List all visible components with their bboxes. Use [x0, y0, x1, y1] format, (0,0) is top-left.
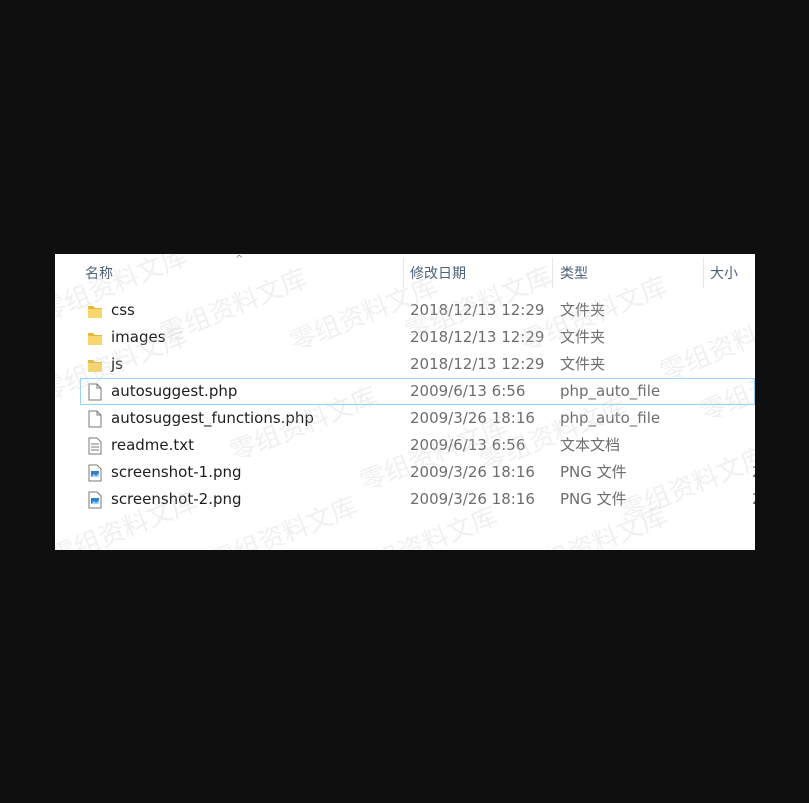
- file-size: 2: [752, 486, 755, 513]
- column-header-date[interactable]: 修改日期: [410, 264, 466, 284]
- file-type: php_auto_file: [560, 382, 661, 400]
- folder-icon: [87, 302, 103, 320]
- text-file-icon: [87, 437, 103, 455]
- file-row[interactable]: js 2018/12/13 12:29 文件夹: [55, 351, 755, 378]
- sort-ascending-icon: ^: [235, 254, 244, 265]
- file-row[interactable]: autosuggest_functions.php 2009/3/26 18:16…: [55, 405, 755, 432]
- file-type: PNG 文件: [560, 463, 627, 481]
- file-type: 文本文档: [560, 436, 621, 454]
- file-name: autosuggest.php: [111, 382, 238, 400]
- file-type: PNG 文件: [560, 490, 627, 508]
- file-date: 2009/3/26 18:16: [410, 463, 535, 481]
- file-date: 2018/12/13 12:29: [410, 301, 545, 319]
- file-type: 文件夹: [560, 355, 606, 373]
- file-row[interactable]: css 2018/12/13 12:29 文件夹: [55, 297, 755, 324]
- file-type: php_auto_file: [560, 409, 661, 427]
- file-date: 2009/3/26 18:16: [410, 409, 535, 427]
- column-header-name[interactable]: 名称: [85, 264, 113, 284]
- folder-icon: [87, 329, 103, 347]
- file-date: 2018/12/13 12:29: [410, 355, 545, 373]
- column-divider[interactable]: [403, 258, 404, 288]
- file-type: 文件夹: [560, 328, 606, 346]
- column-divider[interactable]: [703, 258, 704, 288]
- php-file-icon: [87, 383, 103, 401]
- file-name: screenshot-2.png: [111, 490, 242, 508]
- file-name: css: [111, 301, 135, 319]
- file-date: 2009/3/26 18:16: [410, 490, 535, 508]
- file-name: screenshot-1.png: [111, 463, 242, 481]
- file-row[interactable]: images 2018/12/13 12:29 文件夹: [55, 324, 755, 351]
- column-header-type[interactable]: 类型: [560, 264, 588, 284]
- column-divider[interactable]: [552, 258, 553, 288]
- file-name: js: [111, 355, 123, 373]
- file-row[interactable]: autosuggest.php 2009/6/13 6:56 php_auto_fi…: [80, 378, 755, 405]
- file-size: 2: [752, 459, 755, 486]
- image-file-icon: [87, 464, 103, 482]
- file-name: autosuggest_functions.php: [111, 409, 314, 427]
- file-row[interactable]: readme.txt 2009/6/13 6:56 文本文档: [55, 432, 755, 459]
- file-type: 文件夹: [560, 301, 606, 319]
- file-date: 2018/12/13 12:29: [410, 328, 545, 346]
- file-list: css 2018/12/13 12:29 文件夹 images 2018/12/13 1…: [55, 297, 755, 513]
- column-header: ^ 名称 修改日期 类型 大小: [55, 254, 755, 292]
- php-file-icon: [87, 410, 103, 428]
- folder-icon: [87, 356, 103, 374]
- file-date: 2009/6/13 6:56: [410, 436, 526, 454]
- file-explorer-window: ^ 名称 修改日期 类型 大小 css 2018/12/13 12:29 文件夹 im…: [55, 254, 755, 550]
- file-row[interactable]: screenshot-2.png 2009/3/26 18:16 PNG 文件 2: [55, 486, 755, 513]
- file-row[interactable]: screenshot-1.png 2009/3/26 18:16 PNG 文件 2: [55, 459, 755, 486]
- file-date: 2009/6/13 6:56: [410, 382, 526, 400]
- column-header-size[interactable]: 大小: [710, 264, 738, 284]
- file-name: images: [111, 328, 166, 346]
- image-file-icon: [87, 491, 103, 509]
- file-name: readme.txt: [111, 436, 195, 454]
